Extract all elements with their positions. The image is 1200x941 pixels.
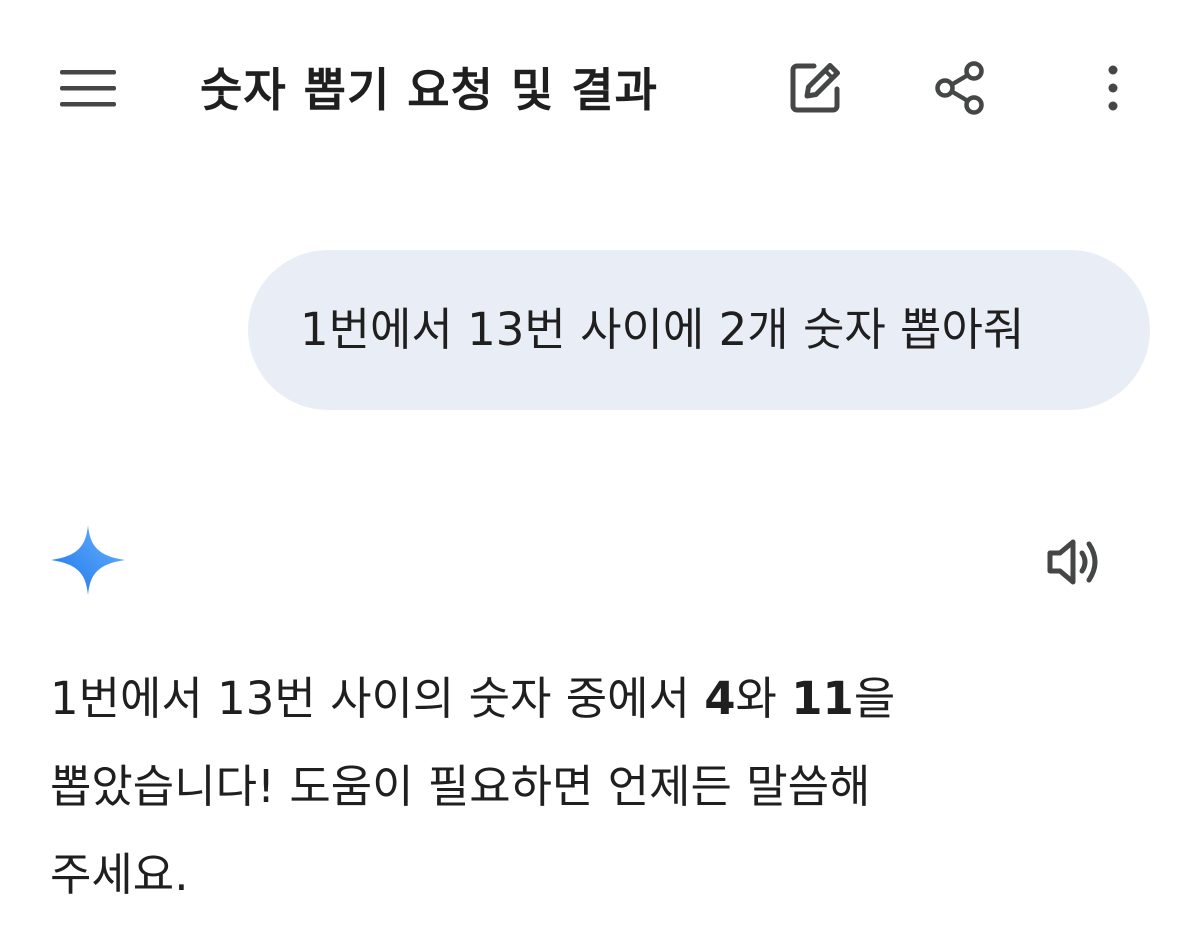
response-text: 1번에서 13번 사이의 숫자 중에서 [50, 672, 705, 725]
more-options-button[interactable] [1073, 48, 1153, 128]
menu-icon [60, 70, 116, 107]
top-app-bar: 숫자 뽑기 요청 및 결과 [0, 0, 1200, 180]
read-aloud-button[interactable] [1035, 522, 1115, 602]
response-line-1: 1번에서 13번 사이의 숫자 중에서 4와 11을 [50, 655, 1060, 743]
menu-button[interactable] [48, 48, 128, 128]
page-title: 숫자 뽑기 요청 및 결과 [200, 63, 658, 117]
speaker-icon [1047, 539, 1098, 585]
edit-icon [790, 63, 840, 113]
response-line-2: 뽑았습니다! 도움이 필요하면 언제든 말씀해 [50, 760, 871, 813]
picked-number-1: 4 [704, 672, 736, 725]
edit-button[interactable] [775, 48, 855, 128]
assistant-response: 1번에서 13번 사이의 숫자 중에서 4와 11을 뽑았습니다! 도움이 필요… [50, 655, 1060, 919]
user-message-bubble: 1번에서 13번 사이에 2개 숫자 뽑아줘 [248, 250, 1150, 410]
response-line-3: 주세요. [50, 848, 189, 901]
share-button[interactable] [920, 48, 1000, 128]
share-icon [935, 61, 984, 115]
user-message-text: 1번에서 13번 사이에 2개 숫자 뽑아줘 [300, 303, 1025, 356]
response-text: 을 [853, 672, 896, 725]
response-text: 와 [735, 672, 792, 725]
gemini-sparkle-icon [50, 524, 126, 596]
picked-number-2: 11 [791, 672, 854, 725]
more-vert-icon [1108, 65, 1118, 111]
